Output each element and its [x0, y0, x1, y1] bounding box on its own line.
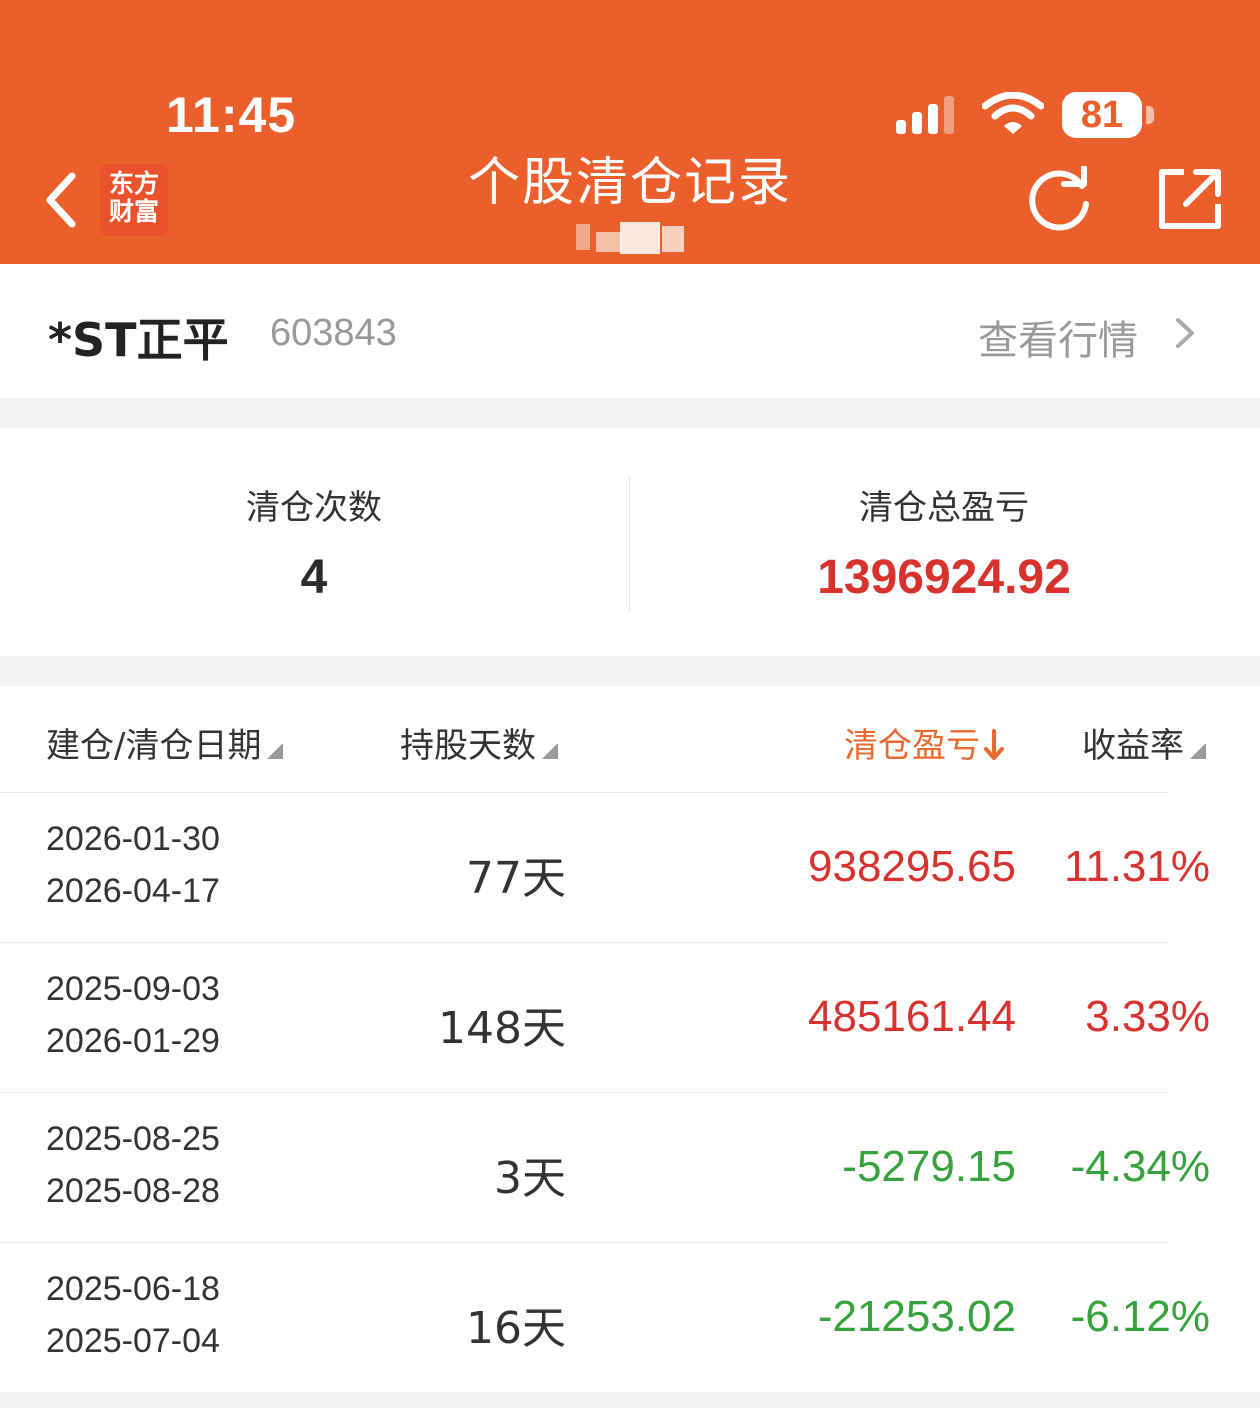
view-market-link[interactable]: 查看行情	[978, 308, 1138, 366]
row-pnl: -5279.15	[842, 1142, 1016, 1191]
header-rate-label: 收益率	[1082, 726, 1184, 766]
open-date: 2025-08-25	[46, 1120, 220, 1158]
row-divider	[0, 942, 1168, 943]
row-divider	[0, 792, 1168, 793]
battery-icon: 81	[1062, 92, 1142, 138]
status-time: 11:45	[166, 87, 297, 143]
open-date: 2025-09-03	[46, 970, 220, 1008]
sort-triangle-icon	[542, 743, 558, 759]
header-dates-label: 建仓/清仓日期	[46, 726, 262, 766]
sort-triangle-icon	[1190, 743, 1206, 759]
stock-name: *ST正平	[48, 313, 229, 367]
header-rate[interactable]: 收益率	[1082, 718, 1206, 767]
holding-days: 77天	[466, 853, 566, 904]
holding-days: 16天	[466, 1303, 566, 1354]
row-return-rate: -4.34%	[1070, 1142, 1210, 1191]
header-pnl[interactable]: 清仓盈亏	[844, 718, 1004, 767]
row-pnl: 485161.44	[808, 992, 1016, 1041]
app-header: 11:45 81 东方 财富 个股清仓记录	[0, 0, 1260, 264]
header-dates[interactable]: 建仓/清仓日期	[46, 718, 284, 767]
header-days-label: 持股天数	[400, 726, 536, 766]
clear-count-label: 清仓次数	[246, 488, 382, 528]
cellular-signal-icon	[896, 96, 954, 134]
close-date: 2025-08-28	[46, 1172, 220, 1210]
row-return-rate: 11.31%	[1064, 842, 1210, 891]
sort-down-arrow-icon	[984, 729, 1004, 760]
chevron-right-icon[interactable]	[1172, 316, 1198, 350]
open-date: 2025-06-18	[46, 1270, 220, 1308]
redacted-subtitle	[576, 220, 684, 254]
row-pnl: 938295.65	[808, 842, 1016, 891]
row-divider	[0, 1242, 1168, 1243]
header-pnl-label: 清仓盈亏	[844, 726, 980, 766]
share-icon[interactable]	[1156, 166, 1222, 230]
holding-days: 148天	[438, 1003, 566, 1054]
battery-tip	[1146, 106, 1154, 124]
total-pnl-value: 1396924.92	[817, 551, 1071, 604]
table-row[interactable]: 2025-09-03 2026-01-29 148天 485161.44 3.33%	[0, 942, 1260, 1092]
summary-divider	[629, 476, 630, 612]
row-return-rate: -6.12%	[1070, 1292, 1210, 1341]
wifi-icon	[982, 92, 1044, 134]
summary-panel	[0, 428, 1260, 656]
close-date: 2026-01-29	[46, 1022, 220, 1060]
table-row[interactable]: 2025-08-25 2025-08-28 3天 -5279.15 -4.34%	[0, 1092, 1260, 1242]
row-return-rate: 3.33%	[1085, 992, 1210, 1041]
row-pnl: -21253.02	[817, 1292, 1016, 1341]
header-days[interactable]: 持股天数	[400, 718, 558, 767]
row-divider	[0, 1092, 1168, 1093]
refresh-icon[interactable]	[1024, 166, 1094, 232]
open-date: 2026-01-30	[46, 820, 220, 858]
stock-code: 603843	[270, 312, 397, 354]
holding-days: 3天	[494, 1153, 566, 1204]
close-date: 2026-04-17	[46, 872, 220, 910]
table-row[interactable]: 2025-06-18 2025-07-04 16天 -21253.02 -6.12%	[0, 1242, 1260, 1392]
total-pnl-label: 清仓总盈亏	[859, 488, 1029, 528]
close-date: 2025-07-04	[46, 1322, 220, 1360]
clear-count-value: 4	[300, 551, 328, 604]
sort-triangle-icon	[267, 743, 284, 759]
table-row[interactable]: 2026-01-30 2026-04-17 77天 938295.65 11.31%	[0, 792, 1260, 942]
